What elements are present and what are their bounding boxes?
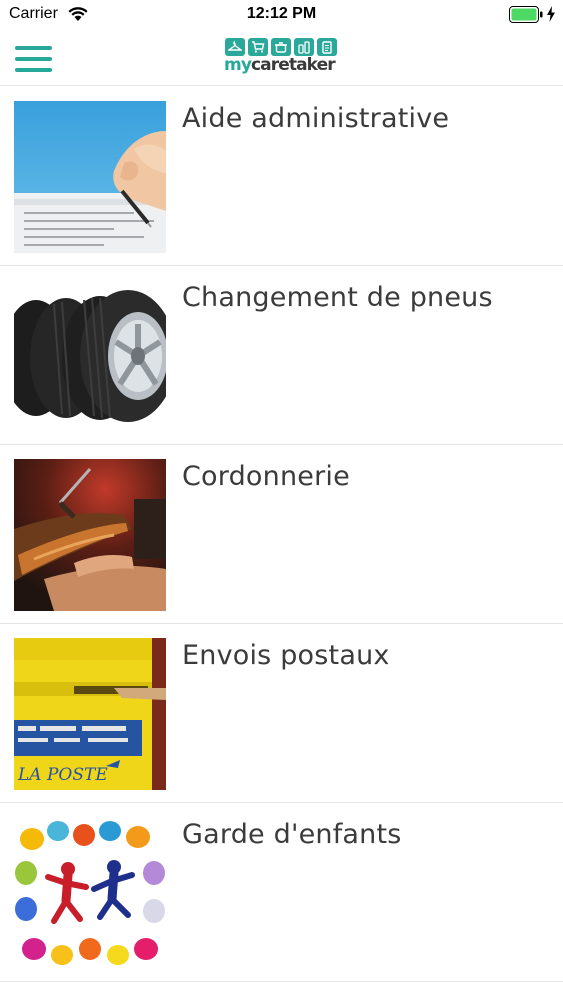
service-list: Aide administrative Changement de pneus …: [0, 87, 563, 982]
charging-bolt-icon: [547, 6, 555, 22]
mycaretaker-logo: mycaretaker: [224, 37, 340, 79]
service-title: Cordonnerie: [182, 461, 350, 492]
logo-text-caretaker: caretaker: [251, 55, 336, 75]
svg-text:LA POSTE: LA POSTE: [17, 765, 108, 785]
service-item-garde-d-enfants[interactable]: Garde d'enfants: [0, 803, 563, 982]
battery-icon: [509, 6, 543, 23]
hand-signing-document-photo: [14, 101, 166, 253]
service-item-changement-de-pneus[interactable]: Changement de pneus: [0, 266, 563, 445]
logo-wordmark: mycaretaker: [224, 54, 336, 76]
service-item-envois-postaux[interactable]: LA POSTE Envois postaux: [0, 624, 563, 803]
stacked-tires-photo: [14, 280, 166, 432]
service-title: Envois postaux: [182, 640, 390, 671]
status-bar: Carrier 12:12 PM: [0, 0, 563, 30]
service-title: Aide administrative: [182, 103, 450, 134]
clock: 12:12 PM: [246, 5, 317, 22]
service-title: Changement de pneus: [182, 282, 493, 313]
colorful-handprints-children-photo: [14, 817, 166, 969]
cobbler-working-shoe-photo: [14, 459, 166, 611]
logo-text-my: my: [224, 55, 252, 75]
service-title: Garde d'enfants: [182, 819, 402, 850]
navigation-bar: mycaretaker: [0, 30, 563, 86]
service-item-cordonnerie[interactable]: Cordonnerie: [0, 445, 563, 624]
hamburger-menu-icon[interactable]: [14, 40, 54, 74]
la-poste-yellow-mailbox-photo: LA POSTE: [14, 638, 166, 790]
service-item-aide-administrative[interactable]: Aide administrative: [0, 87, 563, 266]
